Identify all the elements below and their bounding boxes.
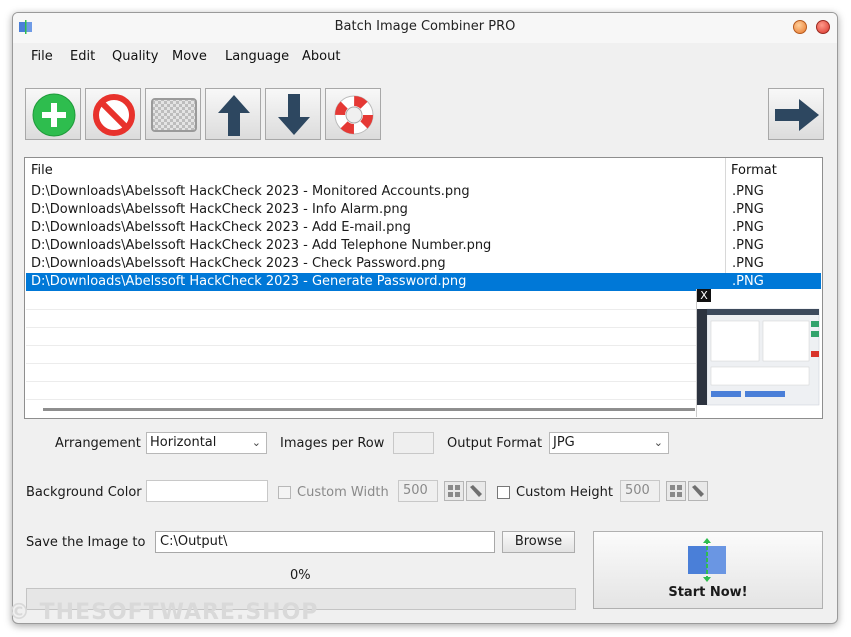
width-grid-button[interactable] <box>444 481 464 501</box>
column-header-file[interactable]: File <box>31 163 53 178</box>
background-color-field[interactable] <box>146 480 268 502</box>
save-path-input[interactable]: C:\Output\ <box>155 531 495 553</box>
table-row[interactable]: D:\Downloads\Abelssoft HackCheck 2023 - … <box>26 237 821 255</box>
menu-quality[interactable]: Quality <box>112 49 158 64</box>
save-location-label: Save the Image to <box>26 535 146 550</box>
start-now-button[interactable]: Start Now! <box>593 531 823 609</box>
add-images-button[interactable] <box>25 88 81 140</box>
remove-icon <box>93 94 135 136</box>
height-grid-button[interactable] <box>666 481 686 501</box>
help-icon <box>334 95 374 135</box>
images-per-row-label: Images per Row <box>280 436 385 451</box>
grid-icon <box>448 485 460 497</box>
app-window: Batch Image Combiner PRO File Edit Quali… <box>12 12 838 624</box>
menu-edit[interactable]: Edit <box>70 49 95 64</box>
start-now-label: Start Now! <box>668 585 748 600</box>
menu-move[interactable]: Move <box>172 49 207 64</box>
arrow-up-icon <box>218 95 250 136</box>
grid-line <box>26 363 708 364</box>
table-row[interactable]: D:\Downloads\Abelssoft HackCheck 2023 - … <box>26 201 821 219</box>
grid-line <box>26 345 708 346</box>
custom-height-input[interactable]: 500 <box>620 480 660 502</box>
remove-image-button[interactable] <box>85 88 141 140</box>
menu-file[interactable]: File <box>31 49 53 64</box>
clear-icon <box>151 98 197 132</box>
custom-width-input[interactable]: 500 <box>398 480 438 502</box>
file-path: D:\Downloads\Abelssoft HackCheck 2023 - … <box>31 256 446 271</box>
width-ratio-button[interactable] <box>466 481 486 501</box>
preview-thumbnail <box>697 305 822 413</box>
arrangement-select[interactable]: Horizontal ⌄ <box>146 432 267 454</box>
output-format-value: JPG <box>553 435 575 450</box>
file-format: .PNG <box>732 238 764 253</box>
table-row[interactable]: D:\Downloads\Abelssoft HackCheck 2023 - … <box>26 219 821 237</box>
background-color-label: Background Color <box>26 485 142 500</box>
move-up-button[interactable] <box>205 88 261 140</box>
arrow-down-icon <box>278 94 310 135</box>
arrangement-value: Horizontal <box>150 435 217 450</box>
close-button[interactable] <box>816 20 830 34</box>
custom-height-label: Custom Height <box>516 485 613 500</box>
browse-button[interactable]: Browse <box>502 531 575 553</box>
custom-height-checkbox[interactable] <box>497 486 510 499</box>
watermark: © THESOFTWARE.SHOP <box>8 600 319 625</box>
column-header-format[interactable]: Format <box>731 163 777 178</box>
images-per-row-input[interactable] <box>393 432 434 454</box>
minimize-button[interactable] <box>793 20 807 34</box>
grid-line <box>26 309 708 310</box>
grid-line <box>26 381 708 382</box>
table-row[interactable]: D:\Downloads\Abelssoft HackCheck 2023 - … <box>26 255 821 273</box>
grid-icon <box>670 485 682 497</box>
arrangement-label: Arrangement <box>55 436 141 451</box>
file-path: D:\Downloads\Abelssoft HackCheck 2023 - … <box>31 202 408 217</box>
image-preview: X <box>696 289 822 417</box>
slash-icon <box>470 485 482 497</box>
height-ratio-button[interactable] <box>688 481 708 501</box>
add-icon <box>32 93 76 137</box>
output-format-select[interactable]: JPG ⌄ <box>549 432 669 454</box>
preview-close-button[interactable]: X <box>697 289 711 302</box>
grid-line <box>26 399 708 400</box>
arrow-right-icon <box>775 99 819 131</box>
file-path: D:\Downloads\Abelssoft HackCheck 2023 - … <box>31 238 492 253</box>
chevron-down-icon: ⌄ <box>251 436 261 449</box>
file-path: D:\Downloads\Abelssoft HackCheck 2023 - … <box>31 184 470 199</box>
help-button[interactable] <box>325 88 381 140</box>
title-bar: Batch Image Combiner PRO <box>13 13 837 43</box>
progress-percent: 0% <box>290 568 311 583</box>
menu-about[interactable]: About <box>302 49 340 64</box>
file-format: .PNG <box>732 256 764 271</box>
file-path: D:\Downloads\Abelssoft HackCheck 2023 - … <box>31 274 467 289</box>
chevron-down-icon: ⌄ <box>653 436 663 449</box>
combine-images-icon <box>688 538 726 582</box>
window-title: Batch Image Combiner PRO <box>334 19 516 34</box>
clear-list-button[interactable] <box>145 88 201 140</box>
grid-line <box>26 327 708 328</box>
table-row[interactable]: D:\Downloads\Abelssoft HackCheck 2023 - … <box>26 183 821 201</box>
file-format: .PNG <box>732 202 764 217</box>
menu-language[interactable]: Language <box>225 49 289 64</box>
file-format: .PNG <box>732 184 764 199</box>
custom-width-checkbox[interactable] <box>278 486 291 499</box>
move-down-button[interactable] <box>265 88 321 140</box>
file-format: .PNG <box>732 220 764 235</box>
slash-icon <box>692 485 704 497</box>
file-path: D:\Downloads\Abelssoft HackCheck 2023 - … <box>31 220 411 235</box>
next-step-button[interactable] <box>768 88 824 140</box>
horizontal-scrollbar[interactable] <box>43 408 695 411</box>
output-format-label: Output Format <box>447 436 543 451</box>
custom-width-label: Custom Width <box>297 485 389 500</box>
